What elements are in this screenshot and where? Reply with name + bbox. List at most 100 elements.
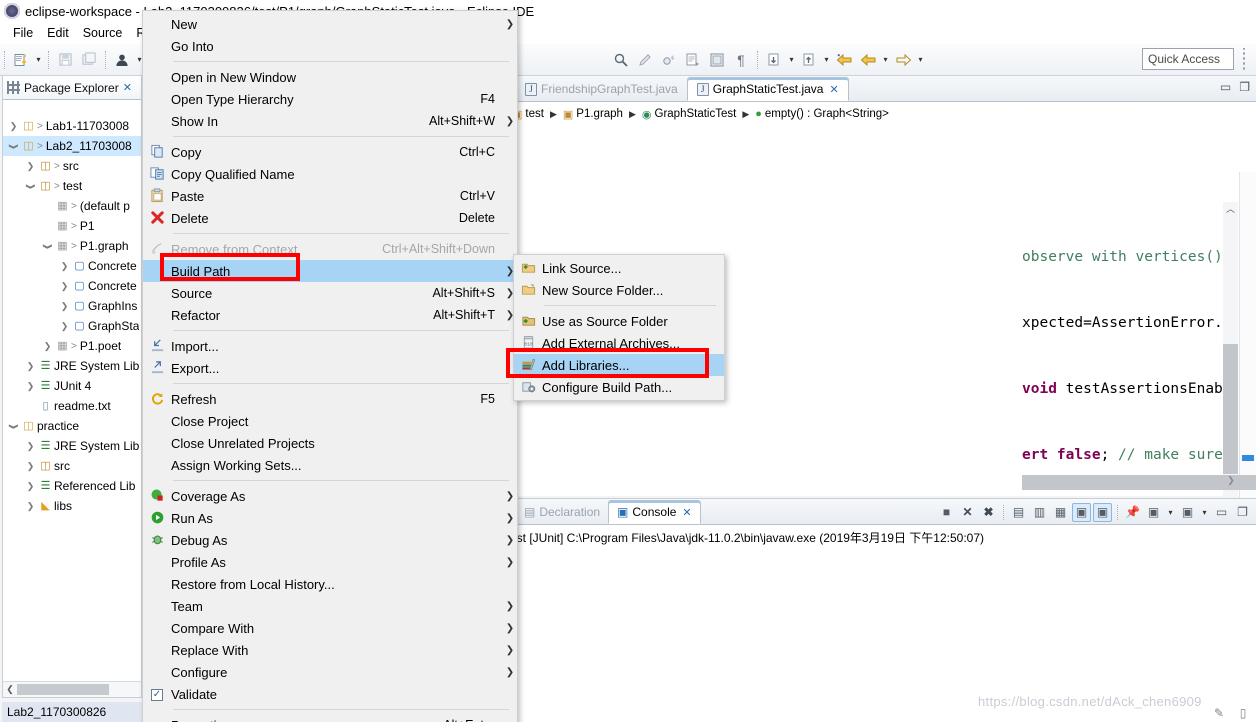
menu-item-copy-qualified-name[interactable]: Copy Qualified Name — [143, 163, 517, 185]
next-annotation-icon[interactable] — [763, 49, 785, 71]
menu-item-open-in-new-window[interactable]: Open in New Window — [143, 66, 517, 88]
chevron-right-icon[interactable]: ❯ — [58, 321, 71, 332]
block-selection-icon[interactable] — [706, 49, 728, 71]
tree-item-lab1-11703008[interactable]: ❯ ◫ > Lab1-11703008 — [3, 116, 141, 136]
checkbox-checked-icon[interactable]: ✓ — [151, 689, 163, 701]
search-icon[interactable] — [610, 49, 632, 71]
save-icon[interactable] — [54, 49, 76, 71]
menu-item-coverage-as[interactable]: Coverage As ❯ — [143, 485, 517, 507]
menu-item-refresh[interactable]: Refresh F5 — [143, 388, 517, 410]
show-console-on-error-icon[interactable]: ▣ — [1093, 502, 1112, 522]
code-editor[interactable]: observe with vertices() xpected=Assertio… — [1022, 202, 1238, 468]
pencil-icon[interactable] — [634, 49, 656, 71]
forward-dropdown-icon[interactable]: ▾ — [915, 50, 926, 70]
tree-item-practice[interactable]: ❱ ◫ practice — [3, 416, 141, 436]
tree-item-graphins[interactable]: ❯ ▢ GraphIns — [3, 296, 141, 316]
chevron-right-icon[interactable]: ❯ — [58, 281, 71, 292]
build-path-submenu[interactable]: Link Source... New Source Folder... Use as… — [513, 254, 725, 401]
menu-item-properties[interactable]: PropertiesAlt+Enter — [143, 714, 517, 722]
menu-item-compare-with[interactable]: Compare With ❯ — [143, 617, 517, 639]
editor-horizontal-scrollbar[interactable]: ❯ — [1022, 475, 1256, 490]
remove-launch-icon[interactable]: ✕ — [958, 503, 977, 522]
pin-console-icon[interactable]: 📌 — [1123, 503, 1142, 522]
tab-declaration[interactable]: ▤ Declaration — [516, 500, 608, 524]
tree-item-concrete[interactable]: ❯ ▢ Concrete — [3, 276, 141, 296]
chevron-right-icon[interactable]: ❯ — [7, 121, 20, 132]
submenu-item-link-source[interactable]: Link Source... — [514, 257, 724, 279]
menu-item-paste[interactable]: Paste Ctrl+V — [143, 185, 517, 207]
save-all-icon[interactable] — [78, 49, 100, 71]
scroll-lock-icon[interactable]: ▥ — [1030, 503, 1049, 522]
back-history-icon[interactable] — [857, 49, 879, 71]
menu-item-show-in[interactable]: Show In Alt+Shift+W ❯ — [143, 110, 517, 132]
terminate-icon[interactable]: ■ — [937, 503, 956, 522]
menu-item-copy[interactable]: Copy Ctrl+C — [143, 141, 517, 163]
tree-item-default-p[interactable]: ▦ > (default p — [3, 196, 141, 216]
scroll-left-icon[interactable]: ❮ — [3, 684, 17, 695]
previous-annotation-dropdown-icon[interactable]: ▾ — [821, 50, 832, 70]
menu-item-export[interactable]: Export... — [143, 357, 517, 379]
tree-item-jre-system-lib[interactable]: ❯ ☰ JRE System Lib — [3, 436, 141, 456]
display-selected-console-dropdown-icon[interactable]: ▾ — [1165, 502, 1176, 522]
new-wizard-dropdown-icon[interactable]: ▾ — [33, 50, 44, 70]
tree-item-junit-4[interactable]: ❯ ☰ JUnit 4 — [3, 376, 141, 396]
menu-item-close-unrelated-projects[interactable]: Close Unrelated Projects — [143, 432, 517, 454]
editor-tab-graphstatictest[interactable]: J GraphStaticTest.java ✕ — [686, 77, 849, 101]
submenu-item-add-libraries[interactable]: Add Libraries... — [514, 354, 724, 376]
menu-item-run-as[interactable]: Run As ❯ — [143, 507, 517, 529]
chevron-right-icon[interactable]: ❯ — [24, 441, 37, 452]
user-icon[interactable] — [111, 49, 133, 71]
scroll-up-icon[interactable]: ︿ — [1223, 202, 1238, 217]
back-icon[interactable] — [833, 49, 855, 71]
chevron-right-icon[interactable]: ❯ — [24, 481, 37, 492]
chevron-right-icon[interactable]: ❯ — [58, 301, 71, 312]
previous-annotation-icon[interactable] — [798, 49, 820, 71]
editor-tab-friendshipgraphtest[interactable]: J FriendshipGraphTest.java — [516, 77, 687, 101]
project-tree[interactable]: ❯ ◫ > Lab1-11703008 ❱ ◫ > Lab2_11703008 ❯ ◫ > src ❱ ◫… — [3, 100, 141, 516]
scroll-right-icon[interactable]: ❯ — [1224, 475, 1238, 486]
tree-item-readme-txt[interactable]: ▯ readme.txt — [3, 396, 141, 416]
close-icon[interactable]: ✕ — [682, 506, 691, 519]
chevron-right-icon[interactable]: ❯ — [58, 261, 71, 272]
tree-item-p1[interactable]: ▦ > P1 — [3, 216, 141, 236]
menu-item-new[interactable]: New ❯ — [143, 13, 517, 35]
minimize-icon[interactable]: ▭ — [1220, 80, 1231, 94]
minimize-icon[interactable]: ▭ — [1212, 503, 1231, 522]
chevron-right-icon[interactable]: ❯ — [24, 501, 37, 512]
breadcrumb[interactable]: ▣ test ▶ ▣ P1.graph ▶ ◉ GraphStaticTest … — [512, 103, 1238, 125]
tree-item-test[interactable]: ❱ ◫ > test — [3, 176, 141, 196]
remove-all-launches-icon[interactable]: ✖ — [979, 503, 998, 522]
menu-file[interactable]: File — [6, 24, 40, 42]
tree-item-p1-poet[interactable]: ❯ ▦ > P1.poet — [3, 336, 141, 356]
new-wizard-icon[interactable] — [10, 49, 32, 71]
package-explorer-tab[interactable]: Package Explorer ✕ — [3, 76, 141, 100]
breadcrumb-item-class[interactable]: ◉ GraphStaticTest — [642, 108, 736, 121]
scrollbar-thumb[interactable] — [1022, 475, 1256, 490]
tree-item-graphsta[interactable]: ❯ ▢ GraphSta — [3, 316, 141, 336]
menu-item-import[interactable]: Import... — [143, 335, 517, 357]
show-console-on-output-icon[interactable]: ▣ — [1072, 502, 1091, 522]
tree-item-concrete[interactable]: ❯ ▢ Concrete — [3, 256, 141, 276]
menu-source[interactable]: Source — [76, 24, 130, 42]
chevron-down-icon[interactable]: ❱ — [25, 180, 36, 193]
chevron-right-icon[interactable]: ❯ — [24, 161, 37, 172]
open-console-dropdown-icon[interactable]: ▾ — [1199, 502, 1210, 522]
tree-item-referenced-lib[interactable]: ❯ ☰ Referenced Lib — [3, 476, 141, 496]
scrollbar-thumb[interactable] — [1223, 344, 1238, 474]
breadcrumb-item-package[interactable]: ▣ P1.graph — [563, 108, 623, 121]
tree-item-lab2-11703008[interactable]: ❱ ◫ > Lab2_11703008 — [3, 136, 141, 156]
word-wrap-icon[interactable]: ▦ — [1051, 503, 1070, 522]
context-menu[interactable]: New ❯ Go Into Open in New Window Open Type H… — [142, 10, 518, 722]
chevron-right-icon[interactable]: ❯ — [24, 461, 37, 472]
menu-item-replace-with[interactable]: Replace With ❯ — [143, 639, 517, 661]
chevron-down-icon[interactable]: ❱ — [8, 420, 19, 433]
toolbar-overflow-handle[interactable] — [1241, 48, 1250, 70]
menu-edit[interactable]: Edit — [40, 24, 76, 42]
submenu-item-new-source-folder[interactable]: New Source Folder... — [514, 279, 724, 301]
maximize-icon[interactable]: ❐ — [1233, 503, 1252, 522]
next-annotation-dropdown-icon[interactable]: ▾ — [786, 50, 797, 70]
menu-item-refactor[interactable]: Refactor Alt+Shift+T ❯ — [143, 304, 517, 326]
overview-marker[interactable] — [1242, 455, 1254, 461]
chevron-down-icon[interactable]: ❱ — [42, 240, 53, 253]
menu-item-debug-as[interactable]: Debug As ❯ — [143, 529, 517, 551]
